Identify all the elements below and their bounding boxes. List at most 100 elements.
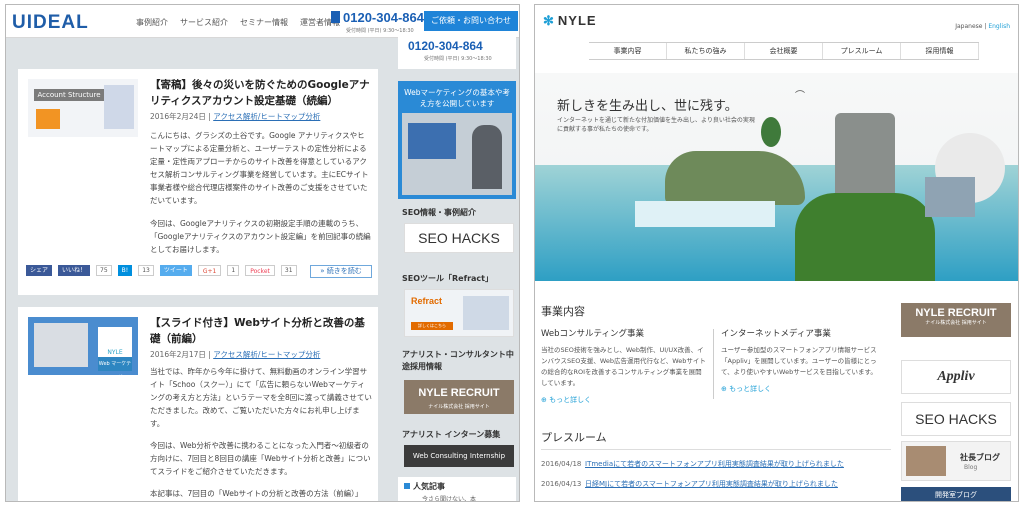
column-title: インターネットメディア事業 (721, 329, 831, 339)
nyle-nav: 事業内容 私たちの強み 会社概要 プレスルーム 採用情報 (589, 42, 979, 60)
article-thumbnail[interactable]: Account Structure (28, 79, 138, 137)
sidebar-heading: アナリスト インターン募集 (402, 430, 501, 439)
appliv-banner[interactable]: Appliv (901, 360, 1011, 394)
thumb-label: Web マーケティング (98, 357, 132, 371)
article-excerpt: 当社では、昨年から今年に掛けて、無料動画のオンライン学習サイト「Schoo（スク… (150, 367, 372, 428)
article-meta: 2016年2月24日 | アクセス解析/ヒートマップ分析 (150, 112, 321, 121)
nav-item-services[interactable]: サービス紹介 (180, 17, 228, 28)
marketing-banner[interactable]: Webマーケティングの基本や考え方を公開しています (398, 81, 516, 199)
facebook-like-button[interactable]: いいね！ (58, 265, 91, 276)
nav-item-company[interactable]: 会社概要 (745, 43, 823, 59)
recruit-sub: ナイル株式会社 採用サイト (925, 320, 987, 326)
sidebar-tel-number: 0120-304-864 (408, 39, 483, 53)
more-link[interactable]: ⊕ もっと詳しく (541, 395, 706, 405)
tel-number: 0120-304-864 (343, 10, 424, 25)
presenter-photo (402, 113, 512, 195)
lang-english[interactable]: English (988, 23, 1010, 30)
column-divider (713, 329, 714, 399)
seo-hacks-banner[interactable]: SEO HACKS (404, 223, 514, 253)
pocket-button[interactable]: Pocket (245, 265, 275, 276)
press-date: 2016/04/13 (541, 480, 582, 488)
hero-title: 新しきを生み出し、世に残す。 (557, 99, 738, 114)
uideal-nav: 事例紹介 サービス紹介 セミナー情報 運営者情報 (136, 17, 340, 28)
uideal-logo[interactable]: UIDEAL (12, 12, 89, 34)
table-graphic (104, 85, 134, 129)
screen-graphic (408, 123, 456, 159)
thumb-label: Account Structure (34, 89, 104, 101)
refract-logo: Refract (411, 296, 443, 306)
more-link[interactable]: ⊕ もっと詳しく (721, 384, 886, 394)
tree-graphic (761, 117, 781, 147)
press-link[interactable]: 日経MJにて若者のスマートフォンアプリ利用実態調査結果が取り上げられました (585, 480, 838, 488)
banner-text: Webマーケティングの基本や考え方を公開しています (404, 88, 510, 108)
analytics-icon (36, 109, 60, 129)
press-date: 2016/04/18 (541, 460, 582, 468)
tweet-button[interactable]: ツイート (159, 265, 192, 276)
article-title[interactable]: 【スライド付き】Webサイト分析と改善の基礎（前編） (150, 315, 372, 347)
nyle-recruit-banner[interactable]: NYLE RECRUIT ナイル株式会社 採用サイト (901, 303, 1011, 337)
city-graphic (925, 177, 975, 217)
nyle-logo[interactable]: ✻ NYLE (543, 13, 597, 29)
press-link[interactable]: ITmediaにて若者のスマートフォンアプリ利用実態調査結果が取り上げられました (585, 460, 844, 468)
sidebar-heading: アナリスト・コンサルタント中途採用情報 (402, 350, 514, 371)
sidebar-tel-hours: 受付時間 (平日) 9:30〜18:30 (424, 56, 492, 62)
popular-title: 人気記事 (413, 482, 445, 491)
column-body: 当社のSEO技術を強みとし、Web制作、UI/UX改善、インバウスSEO支援、W… (541, 346, 706, 387)
popular-articles: 人気記事 今さら聞けない、本 (398, 477, 516, 501)
article-meta: 2016年2月17日 | アクセス解析/ヒートマップ分析 (150, 350, 321, 359)
nav-item-strengths[interactable]: 私たちの強み (667, 43, 745, 59)
nav-item-seminar[interactable]: セミナー情報 (240, 17, 288, 28)
lang-japanese[interactable]: Japanese (955, 23, 982, 30)
seo-hacks-banner[interactable]: SEO HACKS (901, 402, 1011, 436)
section-title-business: 事業内容 (541, 305, 585, 318)
nav-item-pressroom[interactable]: プレスルーム (823, 43, 901, 59)
read-more-button[interactable]: » 続きを読む (310, 265, 372, 278)
business-column: インターネットメディア事業 ユーザー参加型のスマートフォンアプリ情報サービス「A… (721, 327, 886, 394)
dev-blog-banner[interactable]: 開発室ブログ (901, 487, 1011, 501)
recruit-title: NYLE RECRUIT (915, 307, 997, 319)
phone-icon (331, 11, 340, 23)
article-thumbnail[interactable]: NYLE Web マーケティング (28, 317, 138, 375)
nav-item-cases[interactable]: 事例紹介 (136, 17, 168, 28)
section-title-press: プレスルーム (541, 431, 607, 444)
snowflake-icon: ✻ (543, 13, 555, 28)
facebook-share-button[interactable]: シェア (26, 265, 53, 276)
gplus-button[interactable]: G+1 (197, 265, 222, 276)
more-label: もっと詳しく (729, 385, 772, 393)
article-excerpt-2: 今回は、Googleアナリティクスの初期設定手順の連載のうち、「Googleアナ… (150, 219, 371, 254)
waterfall-graphic (635, 201, 775, 227)
nav-item-business[interactable]: 事業内容 (589, 43, 667, 59)
blog-title: 社長ブログ (960, 453, 1000, 462)
category-link[interactable]: アクセス解析/ヒートマップ分析 (213, 350, 320, 359)
internship-banner[interactable]: Web Consulting Internship (404, 445, 514, 467)
article-excerpt-2: 今回は、Web分析や改善に携わることになった入門者〜初級者の方向けに、7回目と8… (150, 441, 371, 476)
hero-section: ⌒ 新しきを生み出し、世に残す。 インターネットを通じて新たな付加価値を生み出し… (535, 73, 1018, 281)
sidebar-heading: SEO情報・事例紹介 (402, 208, 477, 217)
nyle-recruit-banner[interactable]: NYLE RECRUIT ナイル株式会社 採用サイト (404, 380, 514, 414)
ceo-blog-banner[interactable]: 社長ブログ Blog (901, 441, 1011, 481)
uideal-window: UIDEAL 事例紹介 サービス紹介 セミナー情報 運営者情報 0120-304… (5, 4, 520, 502)
island-graphic (665, 151, 805, 205)
refract-detail-button: 詳しくはこちら (411, 322, 453, 330)
blog-sub: Blog (964, 464, 978, 471)
nav-item-recruit[interactable]: 採用情報 (901, 43, 979, 59)
read-more-label: 続きを読む (326, 267, 362, 275)
sidebar-tel: 0120-304-864 受付時間 (平日) 9:30〜18:30 (398, 33, 516, 69)
social-buttons: シェア いいね！ 75 B! 13 ツイート G+1 1 Pocket 31 (26, 265, 297, 276)
like-count: 75 (96, 265, 112, 276)
contact-button[interactable]: ご依頼・お問い合わせ (424, 11, 518, 31)
popular-item[interactable]: 今さら聞けない、本 (422, 494, 476, 501)
ceo-photo (906, 446, 946, 476)
recruit-title: NYLE RECRUIT (418, 387, 500, 399)
hatena-button[interactable]: B! (117, 265, 133, 276)
nyle-logo-text: NYLE (557, 13, 597, 28)
article-date: 2016年2月24日 (150, 112, 206, 121)
article-excerpt: こんにちは、グラシズの土谷です。Google アナリティクスやヒートマップによる… (150, 131, 369, 205)
category-link[interactable]: アクセス解析/ヒートマップ分析 (213, 112, 320, 121)
screenshot-graphic (463, 296, 509, 330)
refract-banner[interactable]: Refract 詳しくはこちら (404, 289, 514, 337)
article-date: 2016年2月17日 (150, 350, 206, 359)
article-title[interactable]: 【寄稿】後々の災いを防ぐためのGoogleアナリティクスアカウント設定基礎（続編… (150, 77, 372, 109)
pocket-count: 31 (280, 265, 297, 276)
gplus-count: 1 (227, 265, 240, 276)
